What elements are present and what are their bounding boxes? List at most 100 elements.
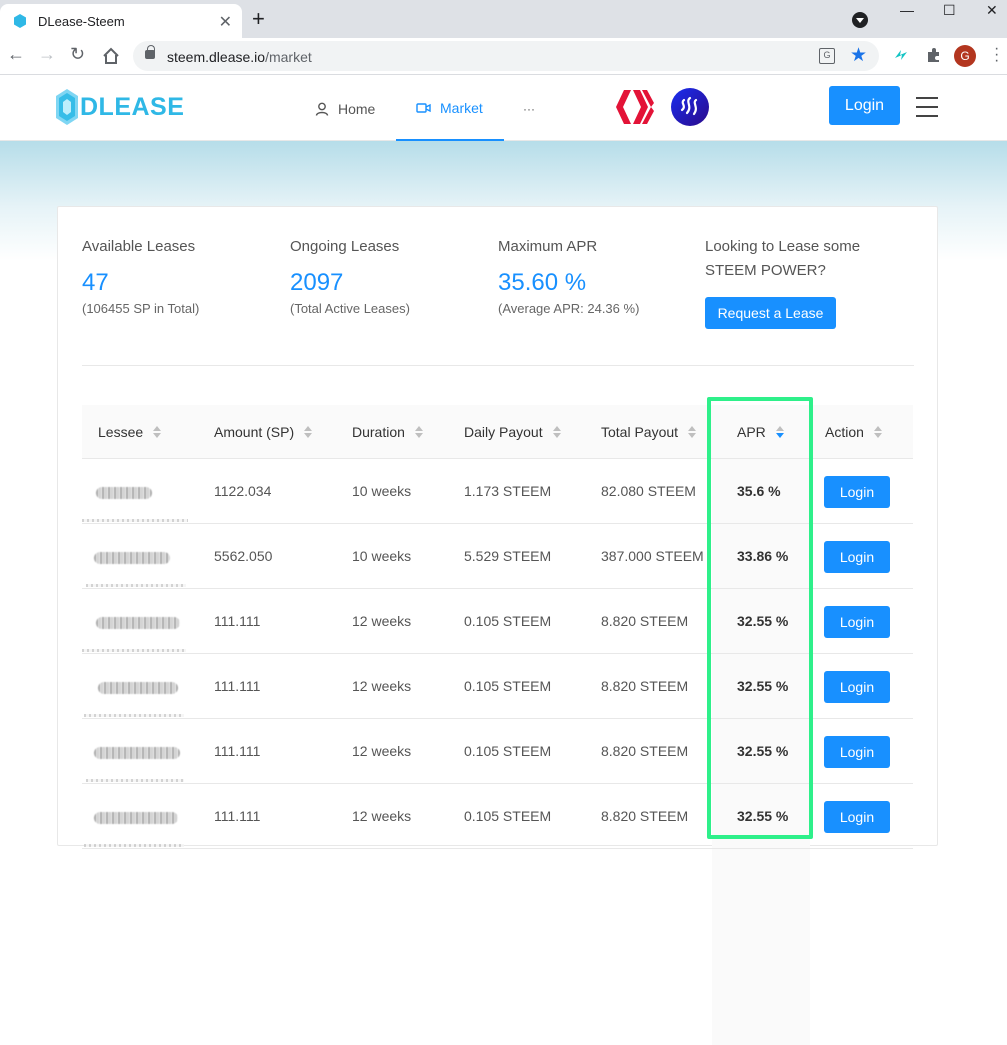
lessee-avatar-blurred <box>94 747 180 759</box>
new-tab-button[interactable]: + <box>252 6 265 32</box>
stat-value: 2097 <box>290 269 344 296</box>
stat-label: Maximum APR <box>498 238 598 255</box>
sort-icon[interactable] <box>153 425 162 439</box>
cell-daily-payout: 5.529 STEEM <box>464 548 552 564</box>
cell-daily-payout: 0.105 STEEM <box>464 678 552 694</box>
cell-amount: 111.111 <box>214 613 261 629</box>
nav-home[interactable]: Home <box>315 76 379 141</box>
profile-avatar[interactable]: G <box>954 45 976 67</box>
lessee-name-blurred <box>84 844 184 847</box>
cell-duration: 12 weeks <box>352 613 412 629</box>
stat-sub: (106455 SP in Total) <box>82 301 200 316</box>
nav-more[interactable]: ··· <box>523 76 539 141</box>
sort-icon[interactable] <box>304 425 313 439</box>
cell-duration: 10 weeks <box>352 548 412 564</box>
forward-arrow-icon[interactable]: → <box>38 44 56 65</box>
tab-close-icon[interactable]: ✕ <box>219 12 232 32</box>
reload-icon[interactable]: ↻ <box>70 44 85 65</box>
stat-label: Ongoing Leases <box>290 238 400 255</box>
column-header-total-payout[interactable]: Total Payout <box>601 405 697 459</box>
cell-amount: 111.111 <box>214 678 261 694</box>
nav-market-label: Market <box>440 99 483 116</box>
browser-tab[interactable]: DLease-Steem ✕ <box>0 4 242 38</box>
tab-search-icon[interactable] <box>852 12 868 28</box>
lessee-avatar-blurred <box>96 487 152 499</box>
cell-total-payout: 82.080 STEEM <box>601 483 696 499</box>
sort-icon[interactable] <box>873 425 882 439</box>
browser-tabstrip: DLease-Steem ✕ + — ☐ ✕ <box>0 0 1007 38</box>
stat-value: 47 <box>82 269 109 296</box>
browser-menu-icon[interactable]: · · · <box>994 41 999 69</box>
address-bar[interactable]: steem.dlease.io/market G ★ <box>133 41 879 71</box>
stat-maximum-apr: Maximum APR 35.60 % (Average APR: 24.36 … <box>498 235 639 316</box>
cell-amount: 111.111 <box>214 743 261 759</box>
column-header-daily-payout[interactable]: Daily Payout <box>464 405 561 459</box>
row-login-button[interactable]: Login <box>824 671 890 703</box>
stat-label: Available Leases <box>82 238 196 255</box>
sort-icon[interactable] <box>552 425 561 439</box>
home-icon[interactable] <box>102 47 120 65</box>
row-login-button[interactable]: Login <box>824 736 890 768</box>
apr-column-highlight <box>707 397 813 839</box>
minimize-button[interactable]: — <box>900 2 914 18</box>
cell-duration: 12 weeks <box>352 808 412 824</box>
row-login-button[interactable]: Login <box>824 801 890 833</box>
lessee-avatar-blurred <box>94 812 178 824</box>
hamburger-menu-icon[interactable] <box>916 97 938 124</box>
row-login-button[interactable]: Login <box>824 606 890 638</box>
stat-sub: (Average APR: 24.36 %) <box>498 301 640 316</box>
puzzle-extensions-icon[interactable] <box>925 46 943 64</box>
translate-icon[interactable]: G <box>819 48 835 64</box>
dlease-favicon-icon <box>14 14 26 28</box>
bookmark-star-icon[interactable]: ★ <box>850 44 867 67</box>
column-header-duration[interactable]: Duration <box>352 405 423 459</box>
back-arrow-icon[interactable]: ← <box>7 44 25 65</box>
cell-amount: 1122.034 <box>214 483 272 499</box>
stat-available-leases: Available Leases 47 (106455 SP in Total) <box>82 235 199 316</box>
cell-duration: 12 weeks <box>352 678 412 694</box>
steem-logo-icon[interactable] <box>671 88 709 126</box>
cell-daily-payout: 1.173 STEEM <box>464 483 552 499</box>
lessee-name-blurred <box>84 714 184 717</box>
site-header: DLEASE Home Market ··· Login <box>0 76 1007 141</box>
nav-home-label: Home <box>338 100 376 117</box>
login-button[interactable]: Login <box>829 86 900 125</box>
lessee-name-blurred <box>86 779 184 782</box>
extension-icon[interactable] <box>892 46 910 64</box>
row-login-button[interactable]: Login <box>824 476 890 508</box>
cell-total-payout: 8.820 STEEM <box>601 808 689 824</box>
dlease-logo[interactable]: DLEASE <box>56 89 184 125</box>
sort-icon[interactable] <box>414 425 423 439</box>
lease-cta: Looking to Lease some STEEM POWER? Reque… <box>705 235 905 329</box>
lock-icon <box>145 45 155 59</box>
cell-amount: 5562.050 <box>214 548 273 564</box>
stat-sub: (Total Active Leases) <box>290 301 410 316</box>
cell-daily-payout: 0.105 STEEM <box>464 613 552 629</box>
column-header-action[interactable]: Action <box>825 405 882 459</box>
cell-daily-payout: 0.105 STEEM <box>464 808 552 824</box>
logo-text: DLEASE <box>80 92 185 121</box>
cell-duration: 10 weeks <box>352 483 412 499</box>
row-login-button[interactable]: Login <box>824 541 890 573</box>
close-window-button[interactable]: ✕ <box>986 2 998 19</box>
cell-total-payout: 387.000 STEEM <box>601 548 704 564</box>
nav-market[interactable]: Market <box>396 76 504 141</box>
cell-total-payout: 8.820 STEEM <box>601 678 689 694</box>
hive-logo-icon[interactable] <box>614 90 654 124</box>
request-lease-button[interactable]: Request a Lease <box>705 297 836 329</box>
stat-ongoing-leases: Ongoing Leases 2097 (Total Active Leases… <box>290 235 410 316</box>
cell-total-payout: 8.820 STEEM <box>601 613 689 629</box>
more-icon: ··· <box>523 101 535 116</box>
cell-daily-payout: 0.105 STEEM <box>464 743 552 759</box>
dlease-hexagon-icon <box>56 89 78 125</box>
video-camera-icon <box>416 102 431 113</box>
stat-value: 35.60 % <box>498 269 587 296</box>
lessee-name-blurred <box>82 649 186 652</box>
sort-icon[interactable] <box>688 425 697 439</box>
maximize-button[interactable]: ☐ <box>943 2 956 19</box>
divider <box>82 365 914 366</box>
lessee-avatar-blurred <box>98 682 178 694</box>
column-header-amount[interactable]: Amount (SP) <box>214 405 313 459</box>
lessee-name-blurred <box>82 519 188 522</box>
column-header-lessee[interactable]: Lessee <box>98 405 162 459</box>
